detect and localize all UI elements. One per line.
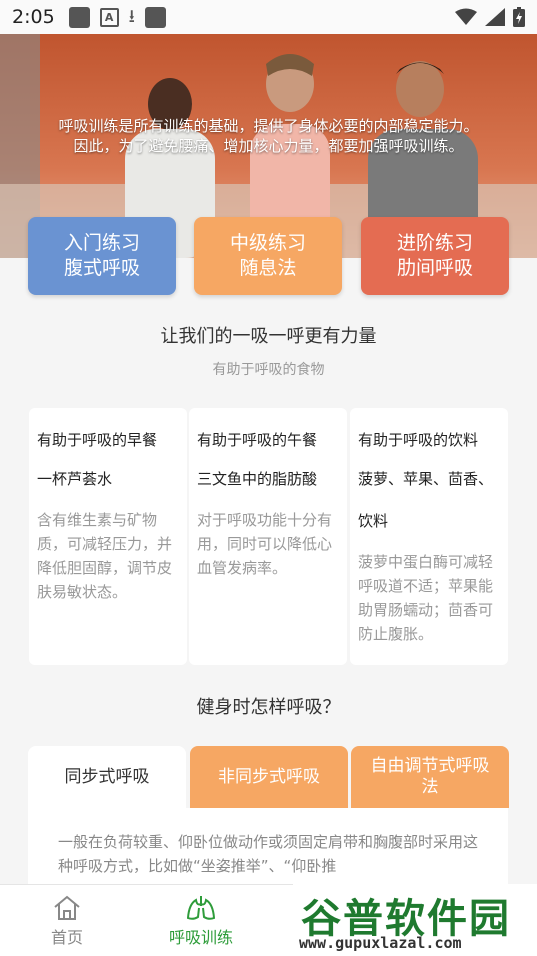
level-subtitle: 随息法 (239, 257, 297, 279)
nav-home-label: 首页 (50, 927, 83, 947)
level-subtitle: 腹式呼吸 (63, 257, 140, 279)
food-card-desc: 菠萝中蛋白酶可减轻呼吸道不适；苹果能助胃肠蠕动；茴香可防止腹胀。 (358, 553, 494, 643)
level-title: 中级练习 (229, 232, 306, 254)
hero-line-2: 因此，为了避免腰痛、增加核心力量，都要加强呼吸训练。 (73, 137, 464, 155)
breathing-section-title: 健身时怎样呼吸？ (196, 697, 341, 718)
food-card-title: 有助于呼吸的午餐 (197, 431, 318, 449)
hero-line-1: 呼吸训练是所有训练的基础，提供了身体必要的内部稳定能力。 (58, 117, 479, 135)
tab-free-breathing[interactable]: 自由调节式呼吸法 (351, 746, 509, 808)
wifi-icon (455, 8, 477, 25)
battery-icon (513, 7, 525, 27)
status-bar: 2:05 A ⭳ (0, 0, 537, 34)
food-card-title: 有助于呼吸的饮料 (358, 431, 479, 449)
food-card-desc: 含有维生素与矿物质，可减轻压力，并降低胆固醇，调节皮肤易敏状态。 (37, 511, 173, 601)
food-card-drink[interactable]: 有助于呼吸的饮料 菠萝、苹果、茴香、饮料 菠萝中蛋白酶可减轻呼吸道不适；苹果能助… (350, 408, 508, 665)
food-card-item: 一杯芦荟水 (37, 470, 113, 488)
intermediate-practice-button[interactable]: 中级练习 随息法 (194, 217, 342, 295)
system-icons (455, 7, 525, 27)
level-title: 进阶练习 (396, 232, 473, 254)
tab-asynchronous-breathing[interactable]: 非同步式呼吸 (190, 746, 348, 808)
tab-synchronous-breathing[interactable]: 同步式呼吸 (28, 746, 186, 808)
lungs-icon (186, 895, 216, 920)
level-title: 入门练习 (63, 232, 140, 254)
nav-home[interactable]: 首页 (0, 885, 134, 956)
food-card-breakfast[interactable]: 有助于呼吸的早餐 一杯芦荟水 含有维生素与矿物质，可减轻压力，并降低胆固醇，调节… (29, 408, 187, 665)
food-card-desc: 对于呼吸功能十分有用，同时可以降低心血管发病率。 (197, 511, 333, 577)
beginner-practice-button[interactable]: 入门练习 腹式呼吸 (28, 217, 176, 295)
home-icon (54, 895, 80, 920)
download-icon: ⭳ (128, 6, 135, 27)
nav-breathing-label: 呼吸训练 (168, 927, 233, 947)
breathing-description: 一般在负荷较重、仰卧位做动作或须固定肩带和胸腹部时采用这种呼吸方式，比如做“坐姿… (28, 808, 508, 884)
status-time: 2:05 (12, 6, 55, 28)
watermark: 谷普软件园 www.gupuxlazal.com (293, 884, 537, 956)
app-notification-icon-2 (144, 6, 166, 28)
nav-breathing-training[interactable]: 呼吸训练 (134, 885, 268, 956)
watermark-url: www.gupuxlazal.com (299, 934, 462, 952)
signal-icon (485, 8, 505, 26)
food-card-item: 三文鱼中的脂肪酸 (197, 470, 318, 488)
foods-section-title: 让我们的一吸一呼更有力量 (160, 326, 377, 347)
a-notification-icon: A (99, 7, 119, 27)
hero-description: 呼吸训练是所有训练的基础，提供了身体必要的内部稳定能力。 因此，为了避免腰痛、增… (0, 116, 537, 156)
foods-section-subtitle: 有助于呼吸的食物 (212, 362, 325, 378)
food-card-title: 有助于呼吸的早餐 (37, 431, 158, 449)
food-card-item: 菠萝、苹果、茴香、饮料 (358, 470, 494, 530)
notification-icons: A ⭳ (68, 6, 166, 28)
level-subtitle: 肋间呼吸 (396, 257, 473, 279)
app-notification-icon (68, 6, 90, 28)
advanced-practice-button[interactable]: 进阶练习 肋间呼吸 (361, 217, 509, 295)
food-card-lunch[interactable]: 有助于呼吸的午餐 三文鱼中的脂肪酸 对于呼吸功能十分有用，同时可以降低心血管发病… (189, 408, 347, 665)
